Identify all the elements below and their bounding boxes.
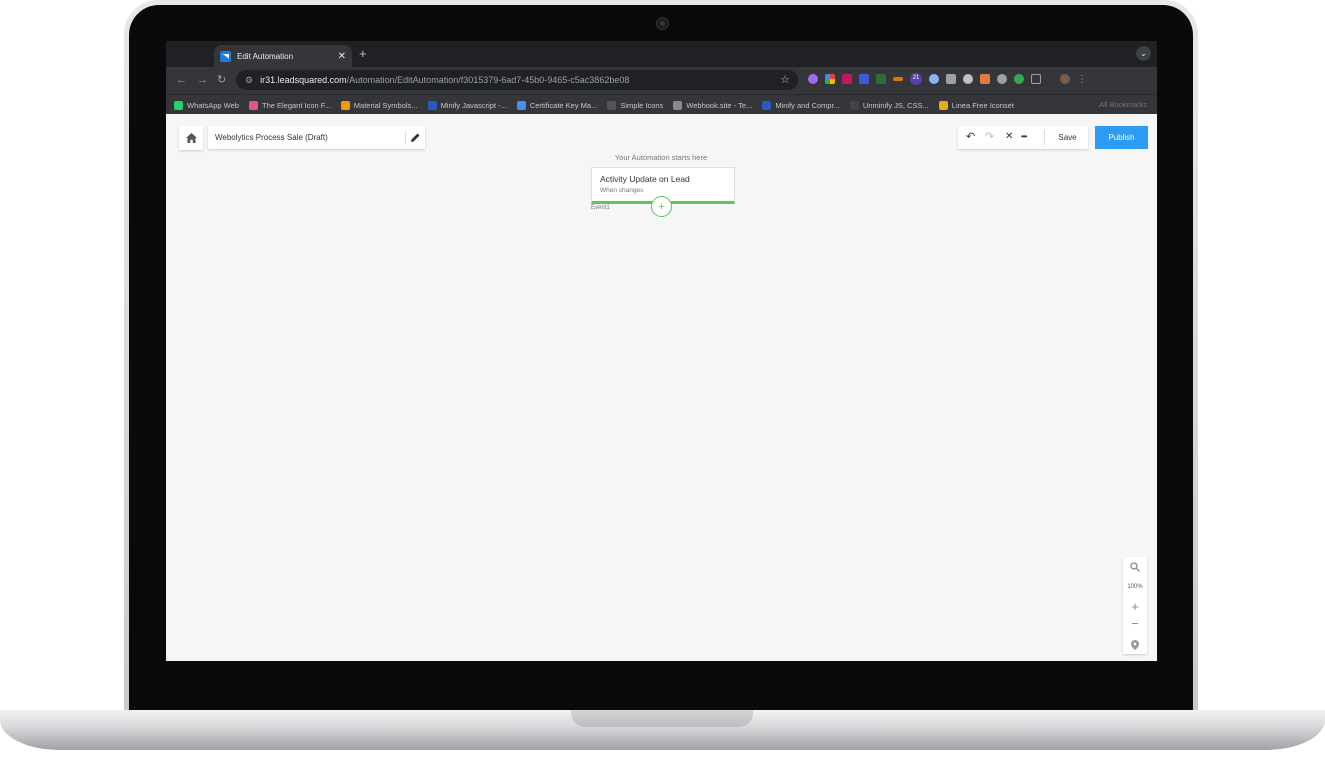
extension-leaf-icon[interactable]: [876, 74, 886, 84]
extension-circle-icon[interactable]: [997, 74, 1007, 84]
more-options-icon[interactable]: •••: [1021, 131, 1027, 143]
automation-canvas: Webolytics Process Sale (Draft) ↶ ↷ ✕ ••…: [166, 114, 1157, 661]
extension-globe-icon[interactable]: [963, 74, 973, 84]
extension-bar-icon[interactable]: [893, 77, 903, 81]
bookmark-favicon-icon: [607, 100, 617, 110]
automation-title-box[interactable]: Webolytics Process Sale (Draft): [208, 126, 425, 149]
extension-arrow-icon[interactable]: [842, 74, 852, 84]
zoom-out-button[interactable]: −: [1123, 616, 1147, 631]
bookmarks-bar: WhatsApp Web The Elegant Icon F... Materia…: [166, 94, 1157, 115]
redo-icon[interactable]: ↷: [985, 131, 994, 143]
bookmark-item[interactable]: Material Symbols...: [340, 100, 418, 110]
zoom-in-button[interactable]: +: [1123, 599, 1147, 614]
extension-fx-icon[interactable]: [946, 74, 956, 84]
close-icon[interactable]: ✕: [1005, 131, 1013, 143]
bookmark-item[interactable]: Certificate Key Ma...: [516, 100, 598, 110]
event-subtitle: When changes: [600, 187, 644, 194]
bookmark-label: Linea Free Iconset: [951, 100, 1014, 110]
bookmark-label: Webhook.site - Te...: [686, 100, 753, 110]
profile-avatar[interactable]: [1060, 74, 1070, 84]
tab-bar: Edit Automation ✕ + ⌄: [166, 41, 1157, 67]
bookmark-label: The Elegant Icon F...: [261, 100, 331, 110]
recenter-button[interactable]: [1123, 637, 1147, 655]
bookmark-star-icon[interactable]: ☆: [780, 73, 790, 86]
bookmark-favicon-icon: [516, 100, 526, 110]
magnifier-icon: [1130, 562, 1140, 572]
back-icon[interactable]: ←: [176, 73, 187, 87]
action-toolbar: ↶ ↷ ✕ ••• Save: [958, 126, 1088, 149]
bookmark-label: Material Symbols...: [353, 100, 418, 110]
title-divider: [405, 131, 406, 144]
extension-badge-icon[interactable]: 21: [910, 73, 922, 85]
bookmark-favicon-icon: [849, 100, 859, 110]
screen: Edit Automation ✕ + ⌄ ← → ↻ ⚙ ir31.leads…: [166, 41, 1157, 661]
search-icon[interactable]: [1123, 562, 1147, 575]
actions-divider: [1044, 130, 1045, 145]
undo-icon[interactable]: ↶: [966, 131, 975, 143]
address-url: ir31.leadsquared.com/Automation/EditAuto…: [260, 75, 630, 85]
bookmark-label: Simple Icons: [620, 100, 664, 110]
bookmark-item[interactable]: Unminify JS, CSS...: [849, 100, 929, 110]
bookmark-item[interactable]: WhatsApp Web: [174, 100, 239, 110]
tab-edit-automation[interactable]: Edit Automation ✕: [214, 45, 352, 67]
bookmark-favicon-icon: [938, 100, 948, 110]
zoom-level: 100%: [1127, 584, 1143, 590]
bookmark-favicon-icon: [762, 100, 772, 110]
forward-icon[interactable]: →: [197, 73, 208, 87]
home-icon: [185, 133, 197, 143]
extension-gear-icon[interactable]: [808, 74, 818, 84]
browser-menu-icon[interactable]: ⋮: [1077, 74, 1087, 85]
extension-color-icon[interactable]: [825, 74, 835, 84]
bookmark-favicon-icon: [248, 100, 258, 110]
browser-toolbar: ← → ↻ ⚙ ir31.leadsquared.com/Automation/…: [166, 67, 1157, 94]
bookmark-item[interactable]: Minify Javascript -...: [427, 100, 507, 110]
tab-search-button[interactable]: ⌄: [1136, 46, 1151, 61]
bookmark-favicon-icon: [673, 100, 683, 110]
automation-title: Webolytics Process Sale (Draft): [215, 133, 328, 142]
bookmark-item[interactable]: Simple Icons: [607, 100, 664, 110]
bookmark-label: Minify and Compr...: [775, 100, 840, 110]
camera-icon: [656, 17, 669, 30]
pencil-icon: [411, 133, 420, 142]
bookmark-favicon-icon: [427, 100, 437, 110]
home-button[interactable]: [179, 126, 203, 150]
bookmark-label: Unminify JS, CSS...: [862, 100, 929, 110]
bookmark-item[interactable]: Linea Free Iconset: [938, 100, 1014, 110]
save-button[interactable]: Save: [1047, 126, 1088, 149]
bookmark-label: WhatsApp Web: [187, 100, 239, 110]
new-tab-button[interactable]: +: [359, 46, 367, 61]
extension-a-icon[interactable]: [1014, 74, 1024, 84]
zoom-panel: 100% + −: [1123, 557, 1147, 654]
start-label: Your Automation starts here: [614, 153, 708, 162]
bookmark-item[interactable]: The Elegant Icon F...: [248, 100, 331, 110]
bookmark-item[interactable]: Minify and Compr...: [762, 100, 840, 110]
bookmark-label: Minify Javascript -...: [440, 100, 507, 110]
add-node-button[interactable]: +: [651, 196, 672, 217]
laptop-notch: [571, 710, 753, 727]
bookmark-label: Certificate Key Ma...: [529, 100, 598, 110]
edit-title-button[interactable]: [410, 130, 421, 148]
extension-react-icon[interactable]: [929, 74, 939, 84]
bookmark-item[interactable]: Webhook.site - Te...: [673, 100, 753, 110]
site-info-icon[interactable]: ⚙: [245, 75, 253, 86]
location-pin-icon: [1131, 640, 1139, 650]
bookmark-favicon-icon: [340, 100, 350, 110]
event-title: Activity Update on Lead: [600, 174, 690, 184]
extension-fox-icon[interactable]: [980, 74, 990, 84]
publish-button[interactable]: Publish: [1095, 126, 1148, 149]
all-bookmarks[interactable]: All Bookmarks: [1099, 100, 1147, 109]
reload-icon[interactable]: ↻: [217, 73, 226, 87]
bookmark-favicon-icon: [174, 100, 183, 110]
extensions-puzzle-icon[interactable]: [1031, 74, 1041, 84]
leadsquared-favicon-icon: [220, 50, 231, 62]
extensions-row: 21 ⋮: [808, 73, 1087, 85]
address-bar[interactable]: ⚙ ir31.leadsquared.com/Automation/EditAu…: [236, 70, 798, 90]
tab-close-icon[interactable]: ✕: [338, 51, 346, 62]
event-tag: Event1: [591, 205, 610, 211]
tab-title: Edit Automation: [237, 51, 294, 61]
bookmarks-list: WhatsApp Web The Elegant Icon F... Materia…: [166, 95, 1157, 115]
extension-pdf-icon[interactable]: [859, 74, 869, 84]
